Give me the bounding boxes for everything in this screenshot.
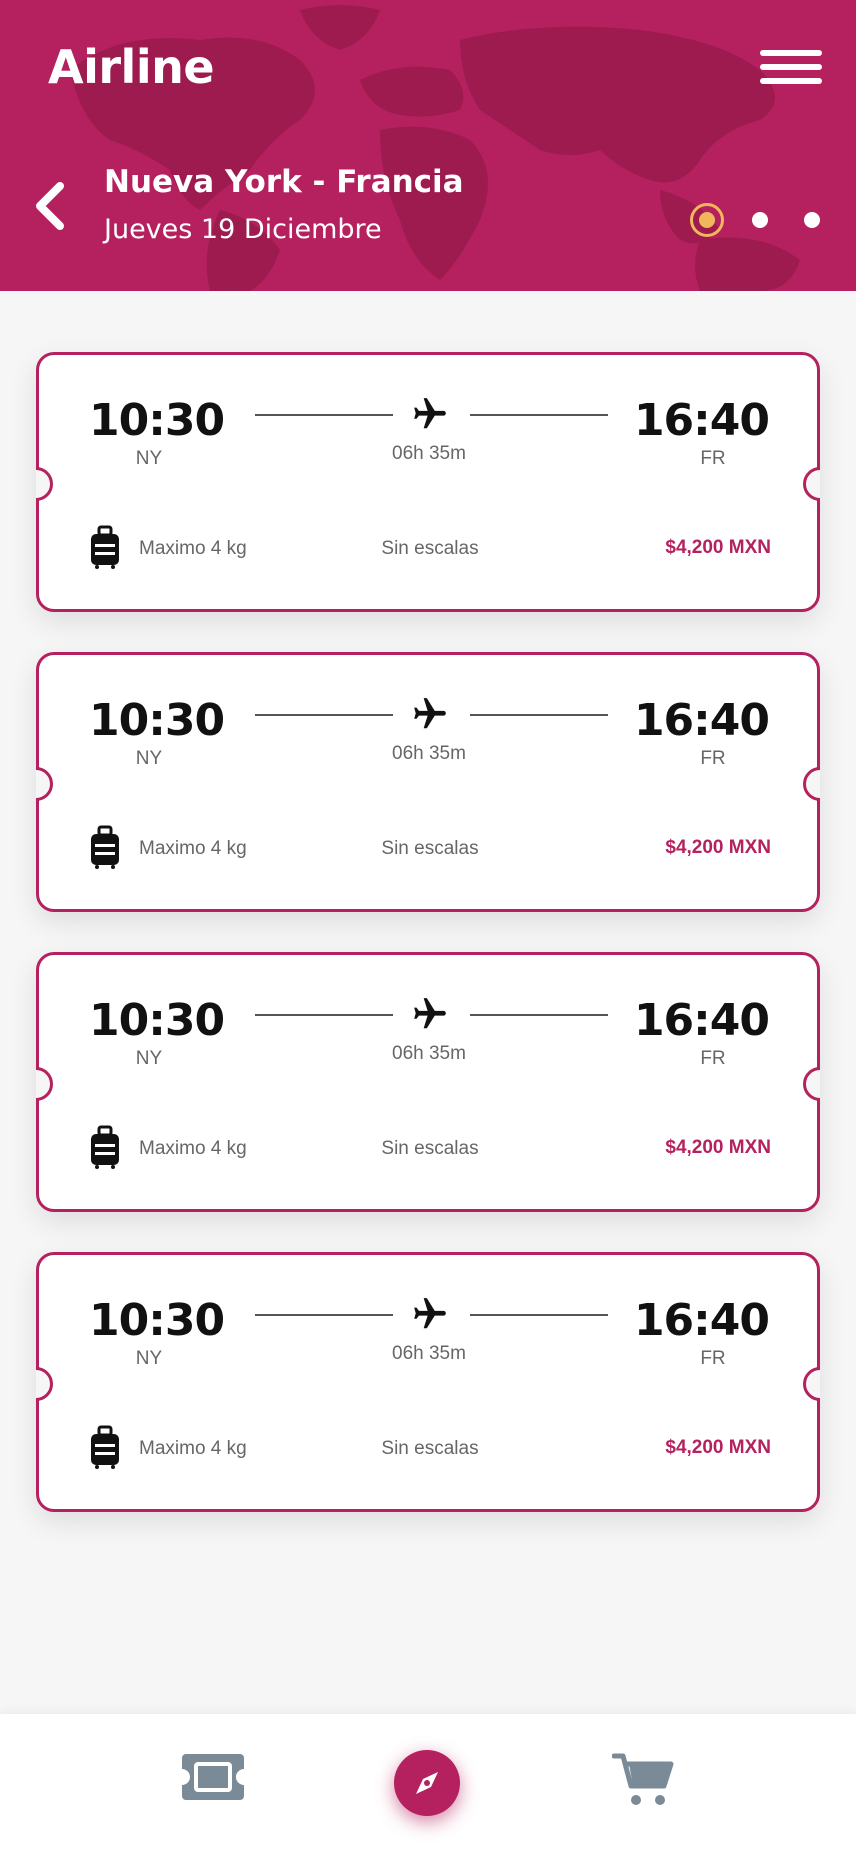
flight-price: $4,200 MXN	[665, 1137, 771, 1158]
baggage-limit: Maximo 4 kg	[139, 1438, 247, 1459]
luggage-icon	[91, 525, 119, 569]
flight-card[interactable]: 10:30 NY 06h 35m 16:40 FR Maximo 4 kg Si…	[36, 652, 820, 912]
arrival-code: FR	[700, 448, 726, 469]
route-line-left	[255, 714, 393, 716]
route-line-left	[255, 414, 393, 416]
ticket-icon	[182, 1754, 244, 1800]
arrival-code: FR	[700, 748, 726, 769]
app-title: Airline	[48, 40, 215, 94]
back-button[interactable]	[30, 178, 70, 234]
compass-icon	[416, 1772, 438, 1794]
arrival-time: 16:40	[633, 1295, 770, 1346]
ticket-notch-right	[803, 767, 820, 801]
ticket-notch-left	[36, 1367, 53, 1401]
nav-tickets-button[interactable]	[182, 1754, 244, 1800]
route-line-left	[255, 1314, 393, 1316]
flight-duration: 06h 35m	[392, 743, 466, 764]
pagination-dot-2[interactable]	[752, 212, 768, 228]
departure-time: 10:30	[89, 695, 225, 746]
ticket-notch-right	[803, 1367, 820, 1401]
departure-time: 10:30	[89, 395, 225, 446]
ticket-notch-left	[36, 1067, 53, 1101]
chevron-left-icon	[36, 182, 64, 230]
airplane-icon	[414, 1298, 446, 1329]
departure-code: NY	[135, 1348, 163, 1369]
route-line-left	[255, 1014, 393, 1016]
arrival-time: 16:40	[633, 695, 770, 746]
arrival-code: FR	[700, 1348, 726, 1369]
departure-code: NY	[135, 448, 163, 469]
bottom-navigation	[0, 1714, 856, 1852]
flight-duration: 06h 35m	[392, 1343, 466, 1364]
flight-card[interactable]: 10:30 NY 06h 35m 16:40 FR Maximo 4 kg Si…	[36, 952, 820, 1212]
nav-explore-button[interactable]	[394, 1750, 460, 1816]
airplane-icon	[414, 998, 446, 1029]
airplane-icon	[414, 698, 446, 729]
baggage-limit: Maximo 4 kg	[139, 538, 247, 559]
airplane-icon	[414, 398, 446, 429]
flight-card[interactable]: 10:30 NY 06h 35m 16:40 FR Maximo 4 kg Si…	[36, 352, 820, 612]
luggage-icon	[91, 1125, 119, 1169]
nav-cart-button[interactable]	[611, 1752, 674, 1808]
menu-button[interactable]	[760, 50, 822, 84]
pagination-dot-3[interactable]	[804, 212, 820, 228]
flight-price: $4,200 MXN	[665, 837, 771, 858]
stops-info: Sin escalas	[381, 1438, 479, 1459]
flight-duration: 06h 35m	[392, 1043, 466, 1064]
departure-code: NY	[135, 1048, 163, 1069]
stops-info: Sin escalas	[381, 838, 479, 859]
flight-price: $4,200 MXN	[665, 537, 771, 558]
header: Airline Nueva York - Francia Jueves 19 D…	[0, 0, 856, 291]
pagination-dot-1[interactable]	[690, 203, 724, 237]
ticket-notch-right	[803, 1067, 820, 1101]
departure-time: 10:30	[89, 995, 225, 1046]
arrival-time: 16:40	[633, 995, 770, 1046]
route-line-right	[470, 414, 608, 416]
ticket-notch-right	[803, 467, 820, 501]
pagination-dots	[690, 203, 830, 237]
departure-code: NY	[135, 748, 163, 769]
arrival-time: 16:40	[633, 395, 770, 446]
flight-duration: 06h 35m	[392, 443, 466, 464]
flight-card[interactable]: 10:30 NY 06h 35m 16:40 FR Maximo 4 kg Si…	[36, 1252, 820, 1512]
stops-info: Sin escalas	[381, 1138, 479, 1159]
route-title: Nueva York - Francia	[104, 164, 464, 200]
luggage-icon	[91, 1425, 119, 1469]
flight-price: $4,200 MXN	[665, 1437, 771, 1458]
luggage-icon	[91, 825, 119, 869]
stops-info: Sin escalas	[381, 538, 479, 559]
route-line-right	[470, 714, 608, 716]
ticket-notch-left	[36, 467, 53, 501]
cart-icon	[611, 1753, 674, 1805]
ticket-notch-left	[36, 767, 53, 801]
departure-time: 10:30	[89, 1295, 225, 1346]
route-date: Jueves 19 Diciembre	[104, 214, 382, 245]
route-line-right	[470, 1314, 608, 1316]
arrival-code: FR	[700, 1048, 726, 1069]
baggage-limit: Maximo 4 kg	[139, 838, 247, 859]
baggage-limit: Maximo 4 kg	[139, 1138, 247, 1159]
route-line-right	[470, 1014, 608, 1016]
